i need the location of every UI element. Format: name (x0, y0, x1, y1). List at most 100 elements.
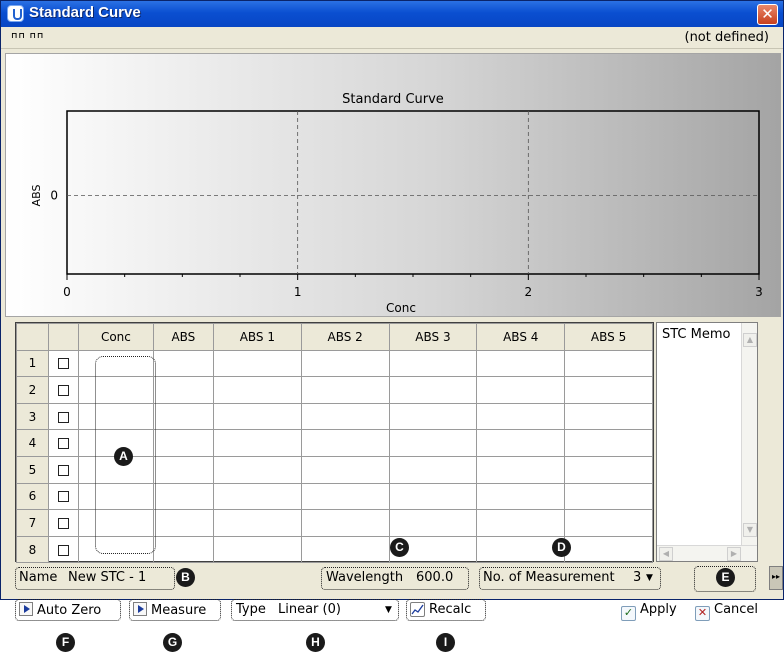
scroll-up-icon[interactable]: ▲ (743, 333, 757, 347)
table-cell[interactable] (388, 482, 478, 511)
auto-zero-label: Auto Zero (19, 602, 101, 618)
table-cell[interactable] (300, 349, 390, 378)
scroll-right-icon[interactable]: ▶ (727, 547, 741, 561)
row-number[interactable]: 8 (16, 535, 49, 564)
table-cell[interactable] (152, 535, 214, 564)
table-cell[interactable] (300, 455, 390, 484)
row-checkbox[interactable] (58, 491, 69, 503)
row-number[interactable]: 6 (16, 482, 49, 511)
table-cell[interactable] (564, 509, 653, 537)
table-cell[interactable] (388, 349, 478, 378)
table-cell[interactable] (388, 429, 478, 457)
table-cell[interactable] (476, 482, 566, 511)
row-checkbox[interactable] (58, 384, 69, 396)
table-cell[interactable] (564, 455, 653, 484)
table-cell[interactable] (476, 376, 566, 404)
wavelength-value[interactable]: 600.0 (416, 570, 453, 585)
table-cell[interactable] (300, 376, 390, 404)
table-cell[interactable] (388, 376, 478, 404)
memo-vertical-scrollbar[interactable]: ▲ ▼ (741, 323, 757, 545)
stc-memo-panel[interactable]: STC Memo ▲ ▼ ◀ ▶ (656, 322, 758, 562)
close-button[interactable]: ✕ (757, 4, 778, 25)
table-cell[interactable] (212, 509, 302, 537)
table-cell[interactable] (388, 509, 478, 537)
row-number[interactable]: 1 (16, 349, 49, 378)
table-cell[interactable] (212, 349, 302, 378)
table-cell[interactable] (212, 402, 302, 431)
scroll-down-icon[interactable]: ▼ (743, 523, 757, 537)
row-checkbox[interactable] (58, 517, 69, 529)
scroll-left-icon[interactable]: ◀ (659, 547, 673, 561)
cancel-button[interactable]: ✕ Cancel (695, 602, 758, 621)
table-cell[interactable] (388, 455, 478, 484)
column-header[interactable]: ABS 3 (388, 323, 478, 351)
row-checkbox[interactable] (58, 358, 69, 370)
column-header[interactable]: ABS (152, 323, 214, 351)
measurement-value[interactable]: 3 (633, 570, 641, 585)
table-cell[interactable] (152, 429, 214, 457)
table-cell[interactable] (388, 402, 478, 431)
table-cell[interactable] (476, 509, 566, 537)
table-cell[interactable] (476, 402, 566, 431)
row-checkbox[interactable] (58, 464, 69, 476)
table-cell[interactable] (212, 455, 302, 484)
table-cell[interactable] (564, 349, 653, 378)
table-cell[interactable] (300, 509, 390, 537)
toolbar-mini-buttons[interactable]: ⊓⊓ ⊓⊓ (11, 31, 44, 40)
row-checkbox-cell (48, 455, 79, 484)
marker-c: C (390, 538, 409, 557)
table-cell[interactable] (564, 535, 653, 564)
name-value[interactable]: New STC - 1 (68, 570, 146, 585)
table-cell[interactable] (300, 535, 390, 564)
table-cell[interactable] (300, 402, 390, 431)
table-cell[interactable] (300, 429, 390, 457)
table-cell[interactable] (564, 429, 653, 457)
apply-button[interactable]: ✓ Apply (621, 602, 677, 621)
table-cell[interactable] (212, 376, 302, 404)
table-cell[interactable] (212, 535, 302, 564)
row-checkbox[interactable] (58, 411, 69, 423)
more-options-button[interactable]: ▸▸ (769, 566, 783, 590)
header-corner (16, 323, 49, 351)
table-cell[interactable] (152, 349, 214, 378)
row-number[interactable]: 3 (16, 402, 49, 431)
table-cell[interactable] (152, 482, 214, 511)
title-bar[interactable]: Standard Curve ✕ (1, 1, 783, 27)
row-checkbox[interactable] (58, 438, 69, 450)
chevron-down-icon[interactable]: ▼ (646, 573, 653, 583)
table-cell[interactable] (212, 429, 302, 457)
table-cell[interactable] (476, 455, 566, 484)
table-cell[interactable] (564, 482, 653, 511)
marker-f: F (56, 633, 75, 652)
row-number[interactable]: 2 (16, 376, 49, 404)
row-checkbox-cell (48, 349, 79, 378)
table-cell[interactable] (476, 349, 566, 378)
table-cell[interactable] (152, 402, 214, 431)
table-cell[interactable] (152, 509, 214, 537)
row-checkbox[interactable] (58, 544, 69, 556)
column-header[interactable]: ABS 2 (300, 323, 390, 351)
table-cell[interactable] (212, 482, 302, 511)
column-header[interactable]: Conc (78, 323, 154, 351)
type-value[interactable]: Linear (0) (278, 602, 341, 617)
marker-d: D (552, 538, 571, 557)
memo-horizontal-scrollbar[interactable]: ◀ ▶ (657, 545, 757, 561)
table-cell[interactable] (476, 429, 566, 457)
check-icon: ✓ (621, 606, 636, 621)
column-header[interactable]: ABS 1 (212, 323, 302, 351)
table-cell[interactable] (152, 455, 214, 484)
y-axis-label: ABS (30, 185, 43, 207)
row-checkbox-cell (48, 429, 79, 457)
column-header[interactable]: ABS 5 (564, 323, 653, 351)
table-cell[interactable] (300, 482, 390, 511)
table-cell[interactable] (564, 402, 653, 431)
table-cell[interactable] (152, 376, 214, 404)
play-icon (133, 602, 147, 616)
close-icon: ✕ (695, 606, 710, 621)
column-header[interactable]: ABS 4 (476, 323, 566, 351)
row-number[interactable]: 7 (16, 509, 49, 537)
chevron-down-icon[interactable]: ▼ (385, 605, 392, 615)
table-cell[interactable] (564, 376, 653, 404)
row-number[interactable]: 5 (16, 455, 49, 484)
row-number[interactable]: 4 (16, 429, 49, 457)
